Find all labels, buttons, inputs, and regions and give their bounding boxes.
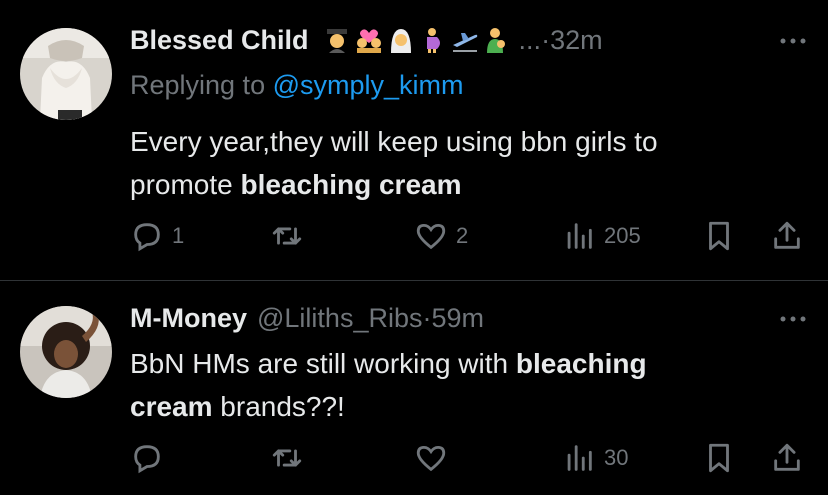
tweet-2[interactable]: M-Money @Liliths_Ribs · 59m BbN HMs are …: [0, 0, 828, 495]
reply-button[interactable]: [130, 440, 172, 476]
separator-dot: ·: [422, 302, 432, 333]
tweet-text-plain: brands??!: [212, 391, 345, 422]
retweet-icon: [272, 449, 302, 467]
share-button[interactable]: [770, 440, 804, 476]
timestamp[interactable]: 59m: [431, 303, 484, 334]
bookmark-icon: [709, 443, 729, 473]
tweet-text: BbN HMs are still working with bleaching…: [130, 342, 770, 428]
tweet-text-bold: bleaching: [515, 348, 647, 379]
user-handle[interactable]: @Liliths_Ribs: [257, 303, 422, 334]
more-options-icon[interactable]: [778, 314, 808, 324]
views-chart-icon: [567, 445, 592, 471]
tweet-text-bold: cream: [130, 391, 213, 422]
share-icon: [774, 443, 800, 471]
views-button[interactable]: 30: [562, 440, 628, 476]
display-name[interactable]: M-Money: [130, 303, 247, 334]
retweet-button[interactable]: [270, 440, 312, 476]
tweet-actions: 30: [130, 440, 810, 476]
bookmark-button[interactable]: [702, 440, 736, 476]
view-count: 30: [604, 445, 629, 470]
avatar[interactable]: [20, 306, 112, 398]
reply-icon: [134, 445, 160, 474]
tweet-text-plain: BbN HMs are still working with: [130, 348, 516, 379]
heart-icon: [416, 445, 446, 472]
like-button[interactable]: [414, 440, 456, 476]
tweet-header: M-Money @Liliths_Ribs · 59m: [130, 302, 484, 334]
